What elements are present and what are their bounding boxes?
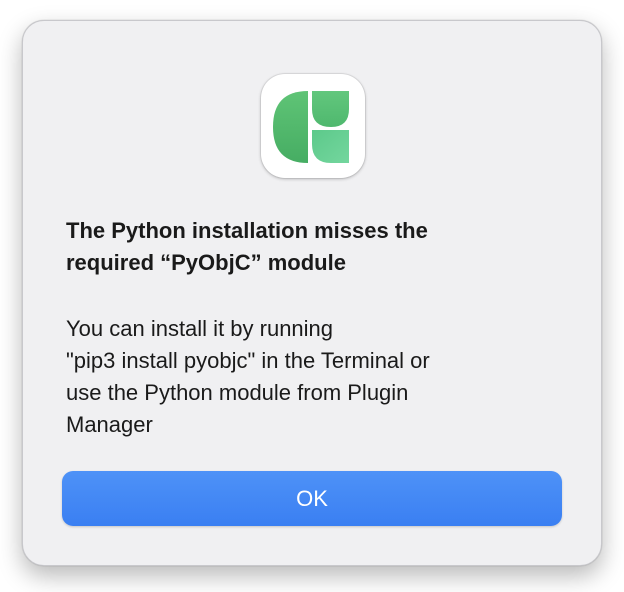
alert-dialog: The Python installation misses the requi… xyxy=(22,20,602,566)
dialog-title-line: required “PyObjC” module xyxy=(66,250,346,275)
dialog-message-line: use the Python module from Plugin xyxy=(66,380,409,405)
dialog-message: You can install it by running "pip3 inst… xyxy=(66,313,566,441)
dialog-message-line: Manager xyxy=(66,412,153,437)
ok-button[interactable]: OK xyxy=(62,471,562,526)
app-icon xyxy=(261,74,365,178)
dialog-message-line: You can install it by running xyxy=(66,316,334,341)
dialog-title-line: The Python installation misses the xyxy=(66,218,428,243)
plugin-manager-app-icon xyxy=(273,91,349,163)
dialog-title: The Python installation misses the requi… xyxy=(66,215,566,279)
dialog-message-line: "pip3 install pyobjc" in the Terminal or xyxy=(66,348,430,373)
